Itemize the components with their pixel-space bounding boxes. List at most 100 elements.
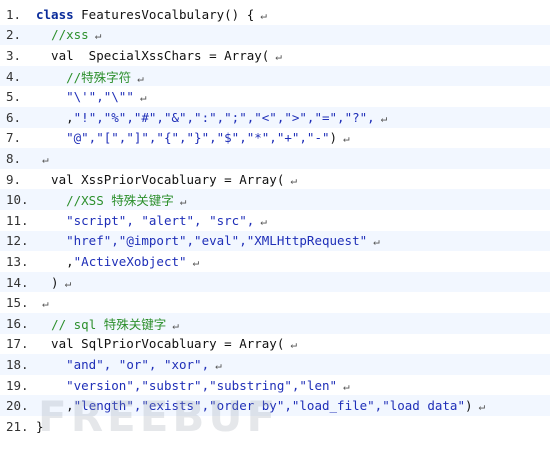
line-number: 6. (6, 109, 22, 125)
code-line: 17. val SqlPriorVocabluary = Array(↵ (0, 334, 550, 355)
line-number: 16. (6, 315, 29, 331)
line-number: 21. (6, 418, 29, 434)
code-token: ) (329, 130, 338, 146)
code-token: "\'","\"" (66, 89, 134, 105)
line-break-icon: ↵ (373, 235, 380, 249)
code-content: class FeaturesVocalbulary() { ↵ (36, 7, 267, 22)
code-line: 9. val XssPriorVocabluary = Array( ↵ (0, 169, 550, 190)
code-token: val SpecialXssChars = Array( (36, 47, 270, 63)
line-break-icon: ↵ (179, 195, 187, 209)
code-line: 10. //XSS 特殊关键字 ↵ (0, 189, 550, 210)
code-token: //xss (51, 27, 89, 43)
code-token: ) (36, 274, 59, 290)
line-break-icon: ↵ (64, 276, 72, 290)
line-number: 9. (6, 171, 22, 187)
line-number: 12. (6, 233, 29, 249)
line-break-icon: ↵ (260, 8, 267, 22)
code-line: 5. "\'","\"" ↵ (0, 86, 550, 107)
line-number: 7. (6, 130, 22, 146)
code-content: "\'","\"" ↵ (36, 89, 146, 104)
code-token: , (36, 398, 74, 414)
code-token: class (36, 6, 82, 22)
line-number: 4. (6, 68, 22, 84)
code-line: 20. ,"length","exists","order by","load_… (0, 395, 550, 416)
code-line: 19. "version","substr","substring","len"… (0, 375, 550, 396)
code-content: ↵ (36, 151, 49, 166)
line-number: 20. (6, 398, 29, 414)
code-content: // sql 特殊关键字 ↵ (36, 314, 179, 333)
code-content: //xss ↵ (36, 27, 101, 42)
line-break-icon: ↵ (42, 297, 49, 311)
code-token: // sql 特殊关键字 (51, 316, 167, 332)
code-content: val SqlPriorVocabluary = Array(↵ (36, 336, 297, 351)
code-token: ) (464, 398, 473, 414)
code-line: 2. //xss ↵ (0, 24, 550, 46)
code-content: "script", "alert", "src", ↵ (36, 213, 267, 228)
code-line: 1. class FeaturesVocalbulary() { ↵ (0, 4, 550, 25)
line-number: 5. (6, 89, 22, 105)
code-token: "@","[","]","{","}","$","*","+","-" (66, 130, 330, 146)
code-line: 21.} (0, 416, 550, 437)
code-token: "ActiveXobject" (73, 253, 187, 269)
line-break-icon: ↵ (139, 91, 147, 105)
line-number: 2. (6, 27, 22, 43)
line-break-icon: ↵ (94, 29, 102, 43)
code-token: , (36, 109, 74, 125)
code-line: 3. val SpecialXssChars = Array(↵ (0, 45, 550, 66)
code-token: FeaturesVocalbulary() { (81, 6, 255, 22)
line-break-icon: ↵ (215, 358, 222, 372)
code-token: "version","substr","substring","len" (66, 377, 338, 393)
code-content: ,"ActiveXobject" ↵ (36, 254, 199, 269)
line-number: 14. (6, 274, 29, 290)
line-break-icon: ↵ (42, 152, 49, 166)
code-line: 8. ↵ (0, 148, 550, 169)
code-token: } (36, 418, 44, 434)
code-line: 12. "href","@import","eval","XMLHttpRequ… (0, 230, 550, 252)
code-line: 18. "and", "or", "xor", ↵ (0, 354, 550, 375)
line-break-icon: ↵ (343, 132, 350, 146)
line-number: 19. (6, 377, 29, 393)
code-token: "length","exists","order by","load_file"… (73, 398, 465, 414)
code-content: ↵ (36, 295, 49, 310)
line-break-icon: ↵ (380, 111, 388, 125)
line-number: 11. (6, 212, 29, 228)
code-content: "and", "or", "xor", ↵ (36, 357, 222, 372)
code-token: "script", "alert", "src", (66, 212, 255, 228)
line-break-icon: ↵ (478, 400, 486, 414)
line-number: 13. (6, 253, 29, 269)
line-break-icon: ↵ (290, 338, 297, 352)
code-listing: 1. class FeaturesVocalbulary() {↵ 2. //xss… (0, 0, 550, 449)
line-break-icon: ↵ (172, 318, 179, 332)
code-token: , (36, 253, 74, 269)
line-break-icon: ↵ (137, 71, 144, 85)
code-content: "@","[","]","{","}","$","*","+","-") ↵ (36, 130, 350, 145)
code-line: 15. ↵ (0, 292, 550, 313)
line-number: 1. (6, 6, 22, 22)
line-break-icon: ↵ (260, 214, 267, 228)
code-content: "version","substr","substring","len" ↵ (36, 378, 350, 393)
code-content: ) ↵ (36, 275, 71, 290)
line-break-icon: ↵ (275, 49, 282, 63)
code-line: 16. // sql 特殊关键字 ↵ (0, 313, 550, 334)
code-token: //XSS 特殊关键字 (66, 193, 174, 209)
code-content: val XssPriorVocabluary = Array( ↵ (36, 172, 297, 187)
line-number: 15. (6, 295, 29, 311)
line-break-icon: ↵ (343, 379, 350, 393)
code-content: //XSS 特殊关键字 ↵ (36, 190, 186, 209)
line-break-icon: ↵ (290, 173, 297, 187)
code-line: 6. ,"!","%","#","&",":",";","<",">","=",… (0, 107, 550, 128)
code-content: val SpecialXssChars = Array( ↵ (36, 48, 282, 63)
code-token: val XssPriorVocabluary = Array( (36, 171, 285, 187)
code-token: "!","%","#","&",":",";","<",">","=","?", (73, 109, 375, 125)
code-token: //特殊字符 (66, 69, 132, 85)
